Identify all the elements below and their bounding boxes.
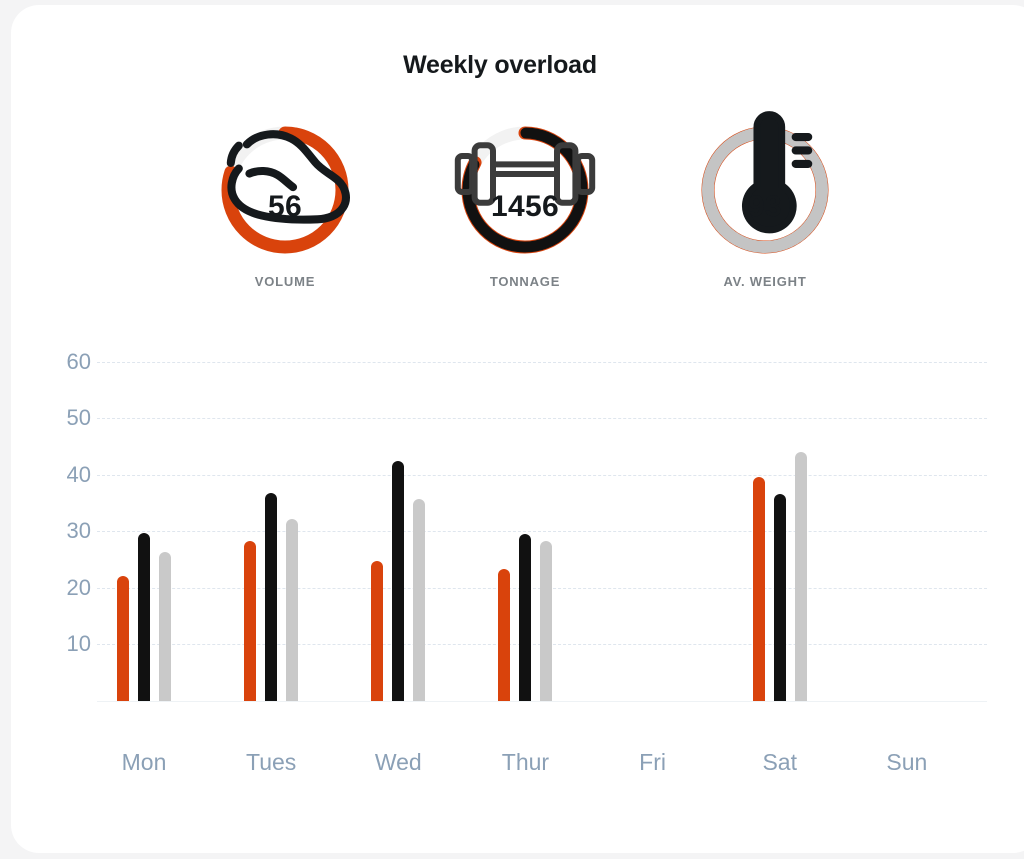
weekly-overload-bar-chart: 60 50 40 30 20 10 Mon Tues Wed Thur Fri Sat Sun <box>11 305 989 775</box>
y-axis-label-40: 40 <box>66 461 91 487</box>
gauge-tonnage[interactable]: 1456 TONNAGE <box>445 118 605 289</box>
gridline-50 <box>97 418 987 420</box>
x-axis-label-mon: Mon <box>121 749 167 775</box>
y-axis-label-30: 30 <box>66 518 91 544</box>
bar-mon-weight[interactable] <box>159 551 171 701</box>
gauge-av-weight-label: AV. WEIGHT <box>723 274 807 289</box>
bar-sat-volume[interactable] <box>752 477 765 701</box>
bar-mon-volume[interactable] <box>117 575 129 701</box>
bar-tues-tonnage[interactable] <box>265 493 278 701</box>
gauge-volume-value: 56 <box>268 190 302 223</box>
gauge-row: 56 VOLUME 1456 TONNAGE 93 AV. WEIGHT <box>11 111 989 298</box>
gauge-av-weight-ring: 93 <box>693 111 837 262</box>
bar-wed-tonnage[interactable] <box>392 461 405 701</box>
chart-plot-area: 60 50 40 30 20 10 Mon Tues Wed Thur Fri Sat Sun <box>67 345 987 775</box>
gauge-av-weight[interactable]: 93 AV. WEIGHT <box>685 111 845 289</box>
gauge-tonnage-content: 1456 <box>453 118 597 262</box>
gauge-tonnage-value: 1456 <box>491 190 559 223</box>
dashboard-card: Weekly overload 56 VOLUME 1456 TONNAGE 9… <box>11 5 1024 853</box>
x-axis-label-fri: Fri <box>639 749 666 775</box>
bar-thur-tonnage[interactable] <box>519 533 532 701</box>
bar-tues-weight[interactable] <box>286 519 299 701</box>
y-axis-label-20: 20 <box>66 574 91 600</box>
bar-mon-tonnage[interactable] <box>138 532 150 701</box>
gauge-volume[interactable]: 56 VOLUME <box>205 118 365 289</box>
flexed-biceps-icon <box>213 130 357 224</box>
gauge-tonnage-ring: 1456 <box>453 118 597 262</box>
bar-thur-weight[interactable] <box>540 541 553 701</box>
gridline-30 <box>97 531 987 533</box>
page-title: Weekly overload <box>403 51 597 79</box>
bar-sat-tonnage[interactable] <box>773 493 786 701</box>
gauge-av-weight-content: 93 <box>693 111 837 262</box>
gridline-40 <box>97 474 987 476</box>
gauge-volume-content: 56 <box>213 118 357 262</box>
gauge-tonnage-label: TONNAGE <box>489 274 561 289</box>
bar-sat-weight[interactable] <box>794 452 807 701</box>
thermometer-icon <box>693 111 837 234</box>
axis-baseline <box>97 701 987 702</box>
dumbbell-icon <box>453 142 597 206</box>
x-axis-label-tues: Tues <box>246 749 297 775</box>
y-axis-label-60: 60 <box>66 348 91 374</box>
gauge-av-weight-value: 93 <box>748 190 782 223</box>
x-axis-label-thur: Thur <box>501 749 550 775</box>
y-axis-label-10: 10 <box>66 631 91 657</box>
bar-wed-weight[interactable] <box>413 498 426 701</box>
x-axis-label-wed: Wed <box>374 749 422 775</box>
y-axis-label-50: 50 <box>66 405 91 431</box>
x-axis-label-sat: Sat <box>762 749 797 775</box>
bar-wed-volume[interactable] <box>371 561 384 701</box>
bar-tues-volume[interactable] <box>244 540 257 701</box>
gauge-volume-label: VOLUME <box>254 274 316 289</box>
x-axis-label-sun: Sun <box>886 749 928 775</box>
gauge-volume-ring: 56 <box>213 118 357 262</box>
gridline-60 <box>97 361 987 363</box>
bar-thur-volume[interactable] <box>498 569 511 701</box>
